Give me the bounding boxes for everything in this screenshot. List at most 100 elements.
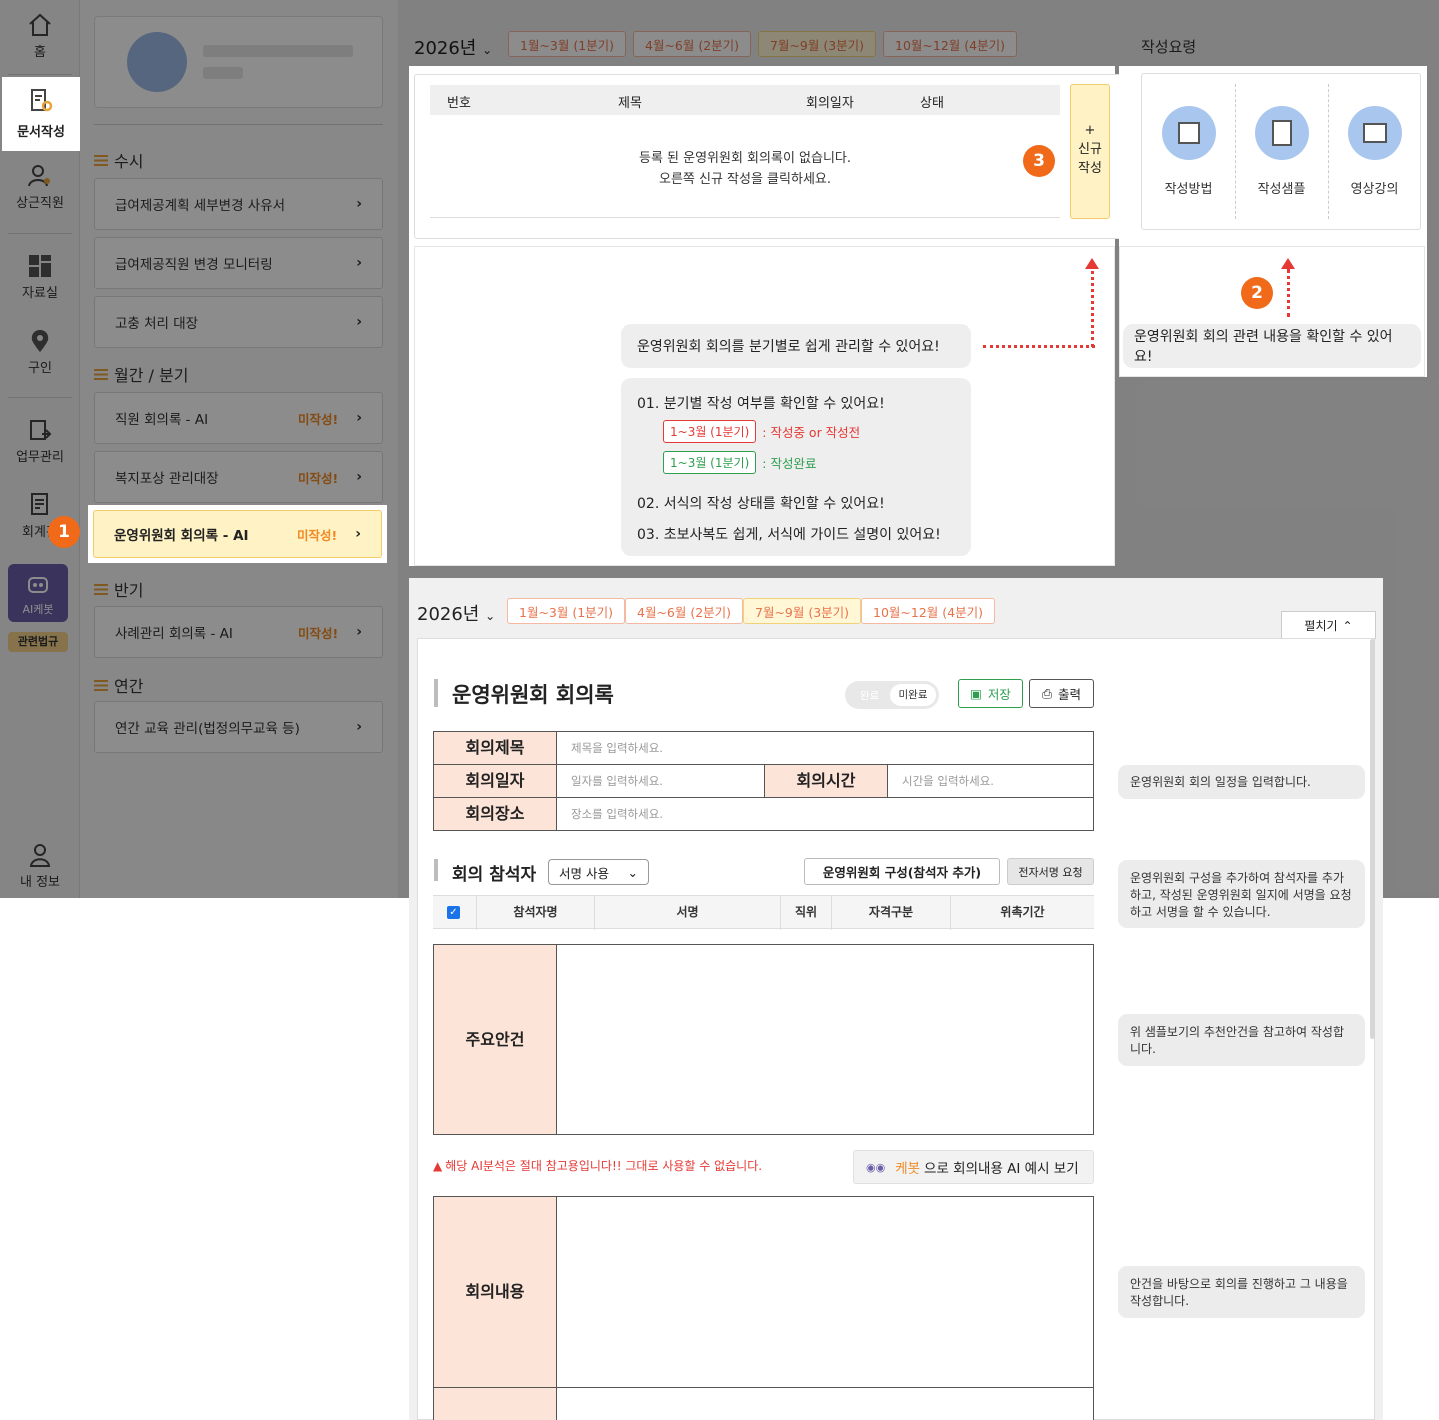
legend-in-progress: 1~3월 (1분기) : 작성중 or 작성전 [663,420,860,443]
add-member-button[interactable]: 운영위원회 구성(참석자 추가) [804,858,1000,885]
guide-sample[interactable]: 작성샘플 [1235,106,1328,197]
quarter-tag-green: 1~3월 (1분기) [663,451,757,474]
scrollbar[interactable] [1370,639,1375,1039]
collapse-label: 펼치기 [1304,619,1338,633]
warning-icon: ▲ [433,1158,443,1173]
callout-quarterly: 운영위원회 회의를 분기별로 쉽게 관리할 수 있어요! [621,324,971,368]
new-write-label: 신규 [1078,142,1102,157]
document-gear-icon [31,89,53,112]
divider [430,217,1060,218]
col-header: 위촉기간 [950,896,1094,930]
menu-item-selected[interactable]: 운영위원회 회의록 - AI 미작성! › [93,510,382,558]
chevron-down-icon: ⌄ [485,609,496,623]
save-button[interactable]: ▣ 저장 [958,679,1023,708]
new-write-button[interactable]: + 신규 작성 [1070,84,1110,219]
legend-desc: : 작성중 or 작성전 [762,425,861,440]
collapse-toggle[interactable]: 펼치기 ⌃ [1281,611,1376,639]
feature-line: 01. 분기별 작성 여부를 확인할 수 있어요! [637,396,885,412]
esign-request-button[interactable]: 전자서명 요청 [1007,858,1094,885]
quarter-tag-red: 1~3월 (1분기) [663,420,757,443]
plus-icon: + [1084,123,1096,138]
document-icon [1254,106,1309,160]
print-button[interactable]: ⎙ 출력 [1029,679,1094,708]
list-panel-highlight: 번호 제목 회의일자 상태 등록 된 운영위원회 회의록이 없습니다. 오른쪽 … [409,66,1125,566]
toggle-done: 완료 [860,690,880,702]
callout-features: 01. 분기별 작성 여부를 확인할 수 있어요! 1~3월 (1분기) : 작… [621,378,971,556]
agenda-label: 주요안건 [433,944,557,1135]
save-label: 저장 [987,687,1011,702]
ai-warning: ▲ 해당 AI분석은 절대 참고용입니다!! 그대로 사용할 수 없습니다. [433,1157,762,1174]
note-attendees: 운영위원회 구성을 추가하여 참석자를 추가하고, 작성된 운영위원회 일지에 … [1118,860,1365,928]
empty-message: 등록 된 운영위원회 회의록이 없습니다. 오른쪽 신규 작성을 클릭하세요. [430,148,1060,190]
year-label: 2026년 [417,604,480,625]
select-all-checkbox[interactable]: ✓ [447,906,460,919]
save-icon: ▣ [970,686,982,701]
date-label: 회의일자 [433,764,557,798]
guide-card: 작성방법 작성샘플 영상강의 [1141,73,1421,230]
col-header: 참석자명 [476,896,594,930]
empty-line: 오른쪽 신규 작성을 클릭하세요. [658,172,831,187]
dotted-connector [1091,264,1094,347]
nav-doc-write-label: 문서작성 [17,125,65,140]
feature-line: 02. 서식의 작성 상태를 확인할 수 있어요! [637,496,885,512]
status-toggle[interactable]: 완료 미완료 [845,681,939,709]
guide-label: 작성샘플 [1257,182,1306,197]
col-header: 자격구분 [831,896,950,930]
content-input-continued[interactable] [556,1387,1094,1420]
video-icon [1347,106,1402,160]
title-label: 회의제목 [433,731,557,765]
guide-video[interactable]: 영상강의 [1328,106,1421,197]
title-bar [434,679,438,707]
step-marker-1: 1 [48,516,80,548]
place-input[interactable]: 장소를 입력하세요. [556,797,1094,831]
time-label: 회의시간 [764,764,888,798]
title-bar [434,859,438,881]
form-year-select[interactable]: 2026년 ⌄ [417,600,495,626]
quarter-tab[interactable]: 1월~3월 (1분기) [507,598,626,624]
new-write-label: 작성 [1078,161,1102,176]
menu-item-label: 운영위원회 회의록 - AI [114,528,249,544]
meeting-form-screen: 2026년 ⌄ 1월~3월 (1분기) 4월~6월 (2분기) 7월~9월 (3… [409,578,1383,1420]
print-icon: ⎙ [1041,685,1052,701]
status-badge: 미작성! [297,527,338,543]
nav-doc-write[interactable]: 문서작성 [2,77,80,151]
col-header: 서명 [594,896,780,930]
note-schedule: 운영위원회 회의 일정을 입력합니다. [1118,765,1365,799]
quarter-tab[interactable]: 10월~12월 (4분기) [861,598,995,624]
col-header: 직위 [780,896,831,930]
callout-related: 운영위원회 회의 관련 내용을 확인할 수 있어요! [1123,324,1421,368]
ai-bot-name: 케봇 [895,1161,921,1177]
ai-button-label: 으로 회의내용 AI 예시 보기 [924,1161,1079,1177]
note-content: 안건을 바탕으로 회의를 진행하고 그 내용을 작성합니다. [1118,1266,1365,1318]
guide-howto[interactable]: 작성방법 [1142,106,1235,197]
date-input[interactable]: 일자를 입력하세요. [556,764,765,798]
chevron-down-icon: ⌄ [627,864,638,880]
dotted-connector [1287,269,1290,317]
attendees-title: 회의 참석자 [452,865,537,885]
content-input[interactable] [556,1196,1094,1388]
step-marker-3: 3 [1023,145,1055,177]
quarter-tab[interactable]: 7월~9월 (3분기) [743,598,862,624]
agenda-input[interactable] [556,944,1094,1135]
step-marker-2: 2 [1241,277,1273,309]
ai-example-button[interactable]: ◉◉ 케봇 으로 회의내용 AI 예시 보기 [853,1150,1094,1184]
feature-line: 03. 초보사복도 쉽게, 서식에 가이드 설명이 있어요! [637,527,941,543]
legend-done: 1~3월 (1분기) : 작성완료 [663,451,816,474]
guide-label: 영상강의 [1350,182,1399,197]
sign-select-value: 서명 사용 [559,865,609,881]
chevron-right-icon: › [355,526,361,542]
empty-line: 등록 된 운영위원회 회의록이 없습니다. [638,151,852,166]
warning-text: 해당 AI분석은 절대 참고용입니다!! 그대로 사용할 수 없습니다. [445,1159,763,1173]
toggle-undone: 미완료 [890,684,936,706]
content-label: 회의내용 [433,1196,557,1388]
arrow-up-icon [1085,258,1099,269]
guide-panel-highlight: 작성방법 작성샘플 영상강의 2 운영위원회 회의 관련 내용을 확인할 수 있… [1119,66,1427,377]
title-input[interactable]: 제목을 입력하세요. [556,731,1094,765]
form-body: 운영위원회 회의록 완료 미완료 ▣ 저장 ⎙ 출력 회의제목 제목을 입력하세요.… [417,638,1375,1420]
place-label: 회의장소 [433,797,557,831]
quarter-tab[interactable]: 4월~6월 (2분기) [625,598,744,624]
sign-select[interactable]: 서명 사용 ⌄ [548,859,649,885]
time-input[interactable]: 시간을 입력하세요. [887,764,1094,798]
col-header: 회의일자 [806,96,854,111]
legend-desc: : 작성완료 [762,456,817,471]
